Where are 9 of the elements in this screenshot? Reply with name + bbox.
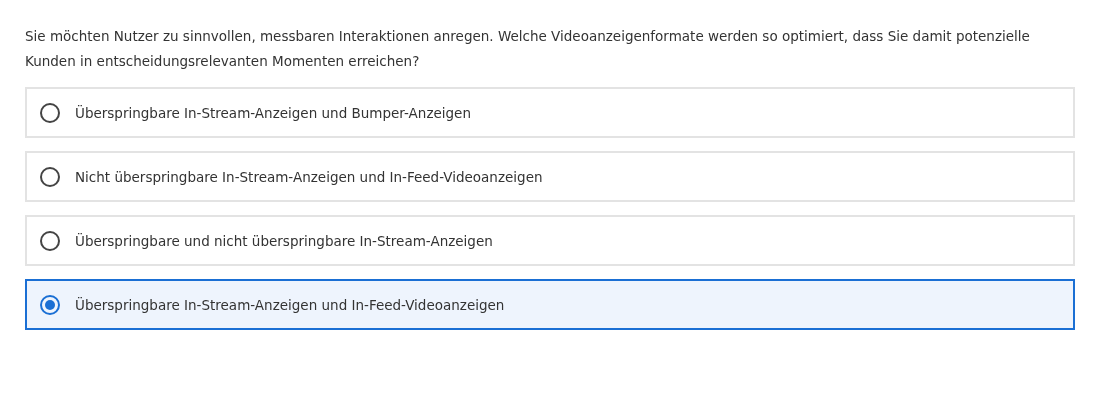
radio-button[interactable] [40,230,60,251]
answer-option[interactable]: Überspringbare und nicht überspringbare In-Stream-Anzeigen [25,215,1075,266]
radio-button[interactable] [40,102,60,123]
answer-option[interactable]: Überspringbare In-Stream-Anzeigen und Bumper-Anzeigen [25,87,1075,138]
radio-button[interactable] [40,166,60,187]
radio-button[interactable] [40,294,60,315]
question-text: Sie möchten Nutzer zu sinnvollen, messbaren Interaktionen anregen. Welche Videoanzeigenformate werden so optimiert, dass Sie damit potenzielle Kunden in entscheidungsrelevanten Momenten erreichen? [25,27,1031,71]
answer-option[interactable]: Nicht überspringbare In-Stream-Anzeigen und In-Feed-Videoanzeigen [25,151,1075,202]
answer-option[interactable]: Überspringbare In-Stream-Anzeigen und In-Feed-Videoanzeigen [25,279,1075,330]
